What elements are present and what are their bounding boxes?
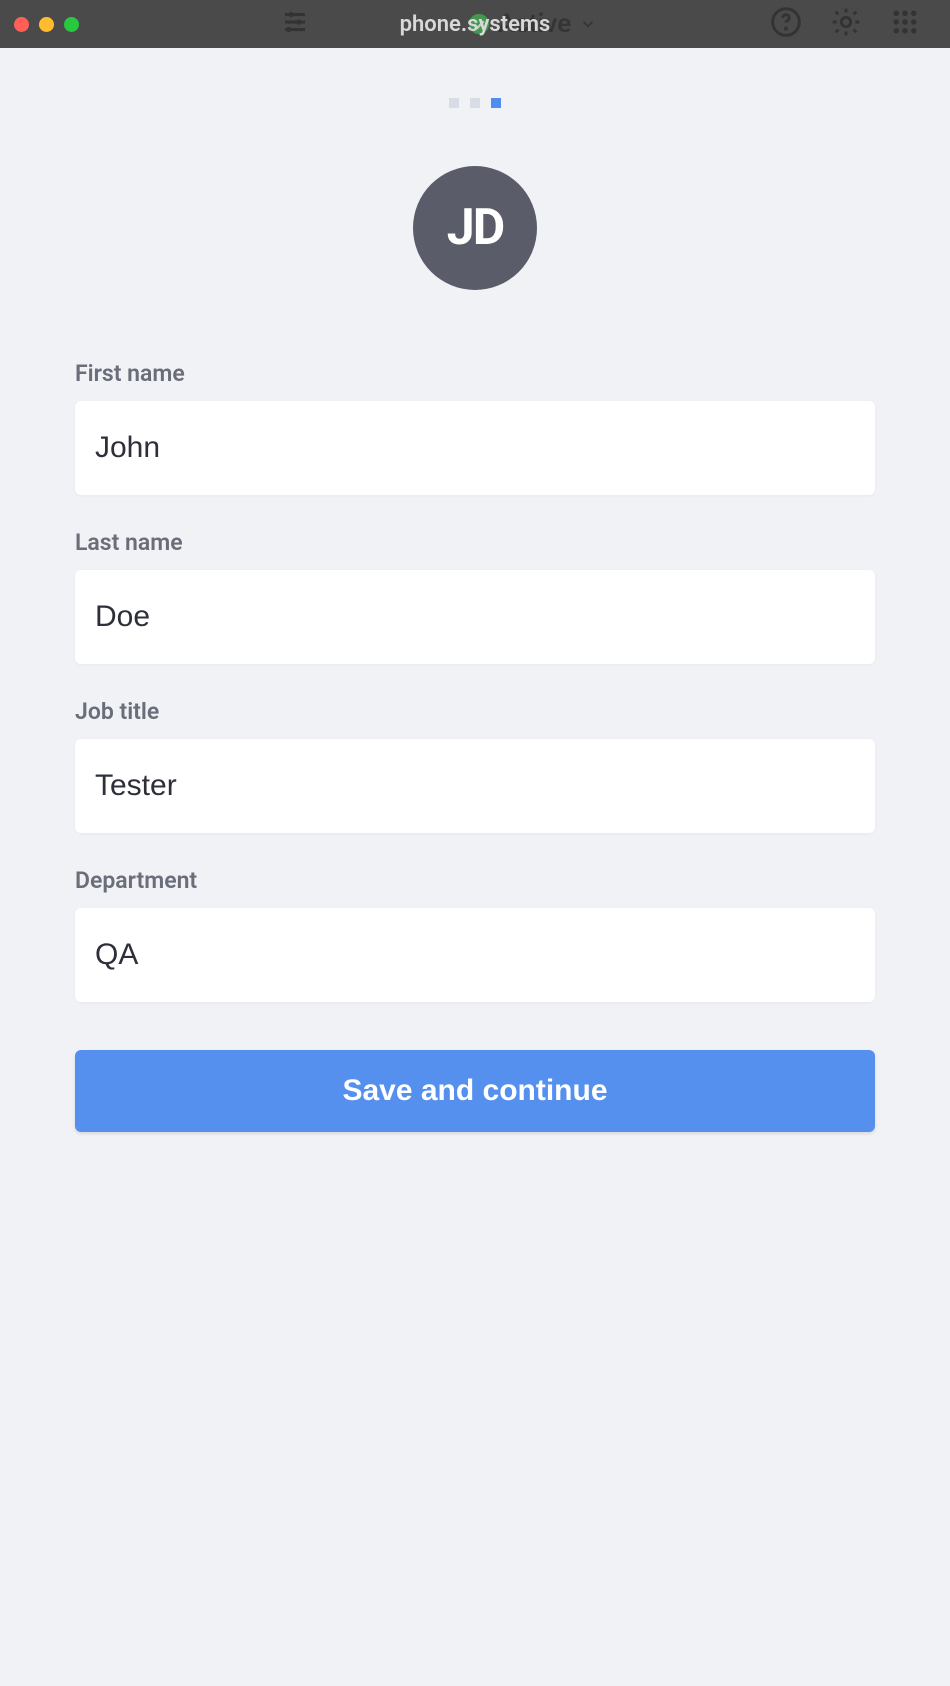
department-label: Department	[75, 867, 875, 894]
avatar-initials: JD	[447, 199, 503, 257]
page-dot-2[interactable]	[470, 98, 480, 108]
titlebar: Active	[0, 0, 950, 48]
last-name-group: Last name	[75, 529, 875, 664]
help-icon	[770, 6, 802, 42]
pagination-indicator	[75, 98, 875, 108]
sliders-icon	[280, 7, 310, 41]
page-dot-3[interactable]	[491, 98, 501, 108]
apps-grid-icon	[890, 7, 920, 41]
department-input[interactable]	[75, 908, 875, 1002]
first-name-label: First name	[75, 360, 875, 387]
content-area: JD First name Last name Job title Depart…	[0, 48, 950, 1132]
job-title-label: Job title	[75, 698, 875, 725]
department-group: Department	[75, 867, 875, 1002]
gear-icon	[830, 6, 862, 42]
first-name-group: First name	[75, 360, 875, 495]
save-and-continue-button[interactable]: Save and continue	[75, 1050, 875, 1132]
window-title: phone.systems	[400, 12, 551, 37]
avatar[interactable]: JD	[413, 166, 537, 290]
chevron-down-icon	[579, 15, 597, 33]
job-title-group: Job title	[75, 698, 875, 833]
job-title-input[interactable]	[75, 739, 875, 833]
page-dot-1[interactable]	[449, 98, 459, 108]
first-name-input[interactable]	[75, 401, 875, 495]
last-name-label: Last name	[75, 529, 875, 556]
last-name-input[interactable]	[75, 570, 875, 664]
